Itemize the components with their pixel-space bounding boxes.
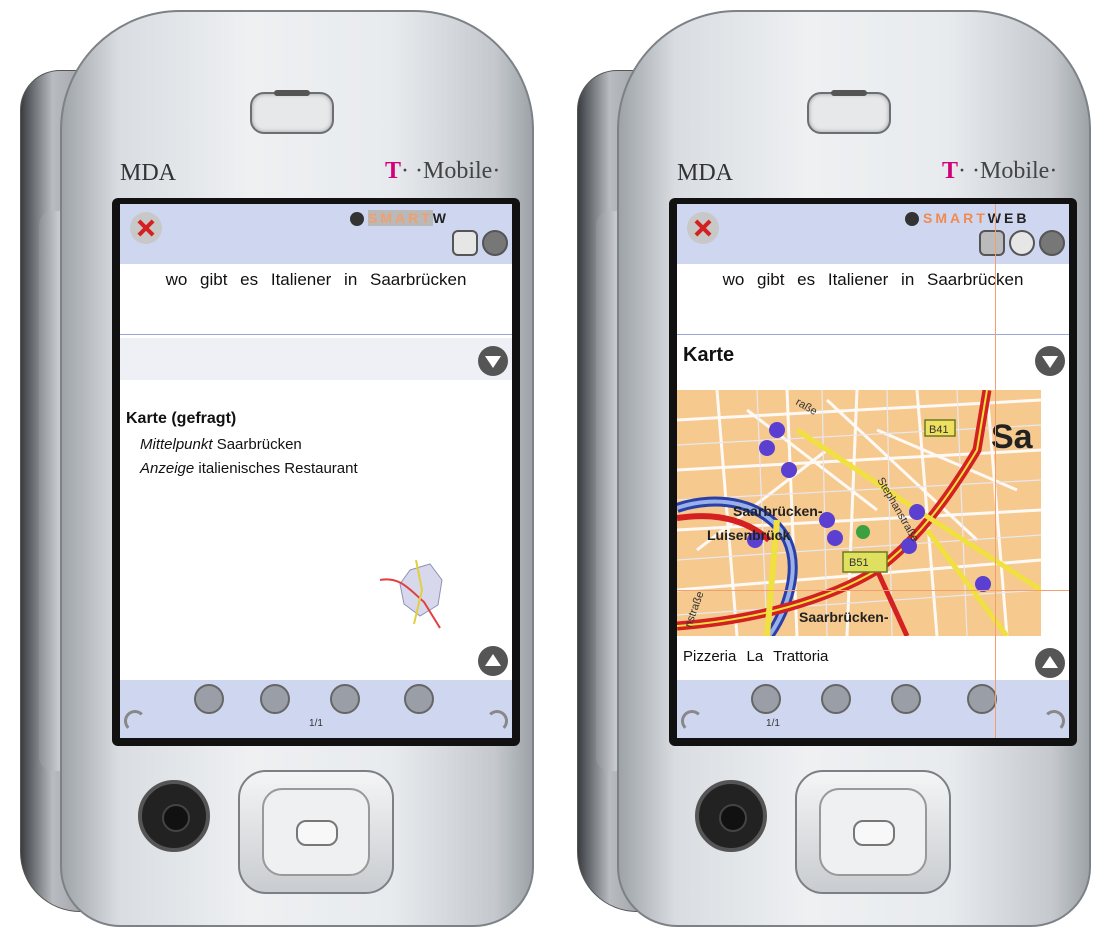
top-toolbar: SMARTWEB xyxy=(677,204,1069,264)
city-map[interactable]: B41 B51 Sa Saarbrücken- Luisenbrück Saar… xyxy=(677,390,1041,636)
brand-mda: MDA xyxy=(120,160,177,186)
display-line: Anzeige italienisches Restaurant xyxy=(140,460,358,477)
svg-text:Sa: Sa xyxy=(991,418,1034,456)
scroll-up-button[interactable] xyxy=(478,646,508,676)
top-icons xyxy=(979,230,1065,256)
center-line: Mittelpunkt Saarbrücken xyxy=(140,436,302,453)
pda-device-right: MDA T· ·Mobile· SMARTWEB wo gibt es Ital… xyxy=(577,10,1117,927)
svg-text:B41: B41 xyxy=(929,424,949,436)
window-icon[interactable] xyxy=(1009,230,1035,256)
top-icons xyxy=(452,230,508,256)
document-icon[interactable] xyxy=(260,684,290,714)
svg-text:Luisenbrück: Luisenbrück xyxy=(707,527,790,543)
document-icon[interactable] xyxy=(821,684,851,714)
screen: SMARTW wo gibt es Italiener in Saarbrück… xyxy=(120,204,512,738)
list-icon[interactable] xyxy=(891,684,921,714)
smartweb-logo: SMARTWEB xyxy=(905,210,1029,227)
svg-text:Saarbrücken-: Saarbrücken- xyxy=(799,609,889,625)
brand-tmobile: T· ·Mobile· xyxy=(942,158,1058,184)
scroll-down-button[interactable] xyxy=(1035,346,1065,376)
list-icon[interactable] xyxy=(330,684,360,714)
help-icon[interactable] xyxy=(482,230,508,256)
result-title: Karte (gefragt) xyxy=(126,410,237,427)
crosshair-vertical xyxy=(995,204,996,738)
top-toolbar: SMARTW xyxy=(120,204,512,264)
microphone-icon xyxy=(350,212,364,227)
brand-mda: MDA xyxy=(677,160,734,186)
brand-tmobile: T· ·Mobile· xyxy=(385,158,501,184)
result-text[interactable]: Pizzeria La Trattoria xyxy=(683,648,828,665)
screen: SMARTWEB wo gibt es Italiener in Saarbrü… xyxy=(677,204,1069,738)
text-mode-icon[interactable] xyxy=(751,684,781,714)
section-title: Karte xyxy=(683,344,735,366)
page-indicator: 1/1 xyxy=(766,718,780,729)
speaker-grille xyxy=(807,90,891,134)
svg-text:B51: B51 xyxy=(849,557,869,569)
window-icon[interactable] xyxy=(452,230,478,256)
camera-button[interactable] xyxy=(138,780,210,852)
divider xyxy=(677,334,1069,335)
camera-button[interactable] xyxy=(695,780,767,852)
crosshair-horizontal xyxy=(677,590,1069,591)
scroll-up-button[interactable] xyxy=(1035,648,1065,678)
dpad-center-button[interactable] xyxy=(296,820,338,846)
query-text: wo gibt es Italiener in Saarbrücken xyxy=(722,270,1024,289)
close-icon[interactable] xyxy=(687,212,719,244)
navigation-pad[interactable] xyxy=(238,770,394,894)
help-icon[interactable] xyxy=(1039,230,1065,256)
smartweb-logo: SMARTW xyxy=(350,210,449,227)
map-view-icon[interactable] xyxy=(979,230,1005,256)
page-indicator: 1/1 xyxy=(309,718,323,729)
scroll-down-button[interactable] xyxy=(478,346,508,376)
audio-icon[interactable] xyxy=(404,684,434,714)
svg-text:Saarbrücken-: Saarbrücken- xyxy=(733,503,823,519)
bottom-toolbar: 1/1 xyxy=(677,680,1069,738)
map-thumbnail-icon xyxy=(380,559,443,629)
close-icon[interactable] xyxy=(130,212,162,244)
navigation-pad[interactable] xyxy=(795,770,951,894)
section-header xyxy=(120,338,512,380)
speaker-grille xyxy=(250,90,334,134)
forward-arrow-icon[interactable] xyxy=(1043,710,1065,732)
pda-device-left: MDA T· ·Mobile· SMARTW wo gibt es Italie… xyxy=(20,10,560,927)
microphone-icon xyxy=(905,212,919,227)
text-mode-icon[interactable] xyxy=(194,684,224,714)
dpad-center-button[interactable] xyxy=(853,820,895,846)
divider xyxy=(120,334,512,335)
bottom-toolbar: 1/1 xyxy=(120,680,512,738)
audio-icon[interactable] xyxy=(967,684,997,714)
query-text: wo gibt es Italiener in Saarbrücken xyxy=(165,270,467,289)
map-graphic: B41 B51 Sa Saarbrücken- Luisenbrück Saar… xyxy=(677,390,1041,636)
